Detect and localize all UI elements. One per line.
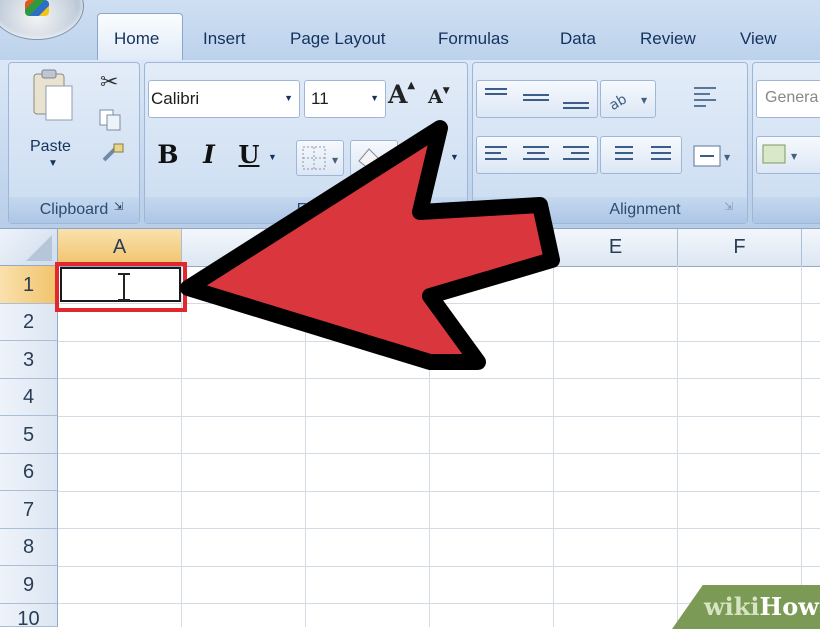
wikihow-watermark: wikiHow [704, 592, 819, 621]
pointer-arrow-icon [180, 120, 560, 370]
watermark-wiki: wiki [704, 592, 760, 621]
watermark-how: How [759, 592, 819, 621]
